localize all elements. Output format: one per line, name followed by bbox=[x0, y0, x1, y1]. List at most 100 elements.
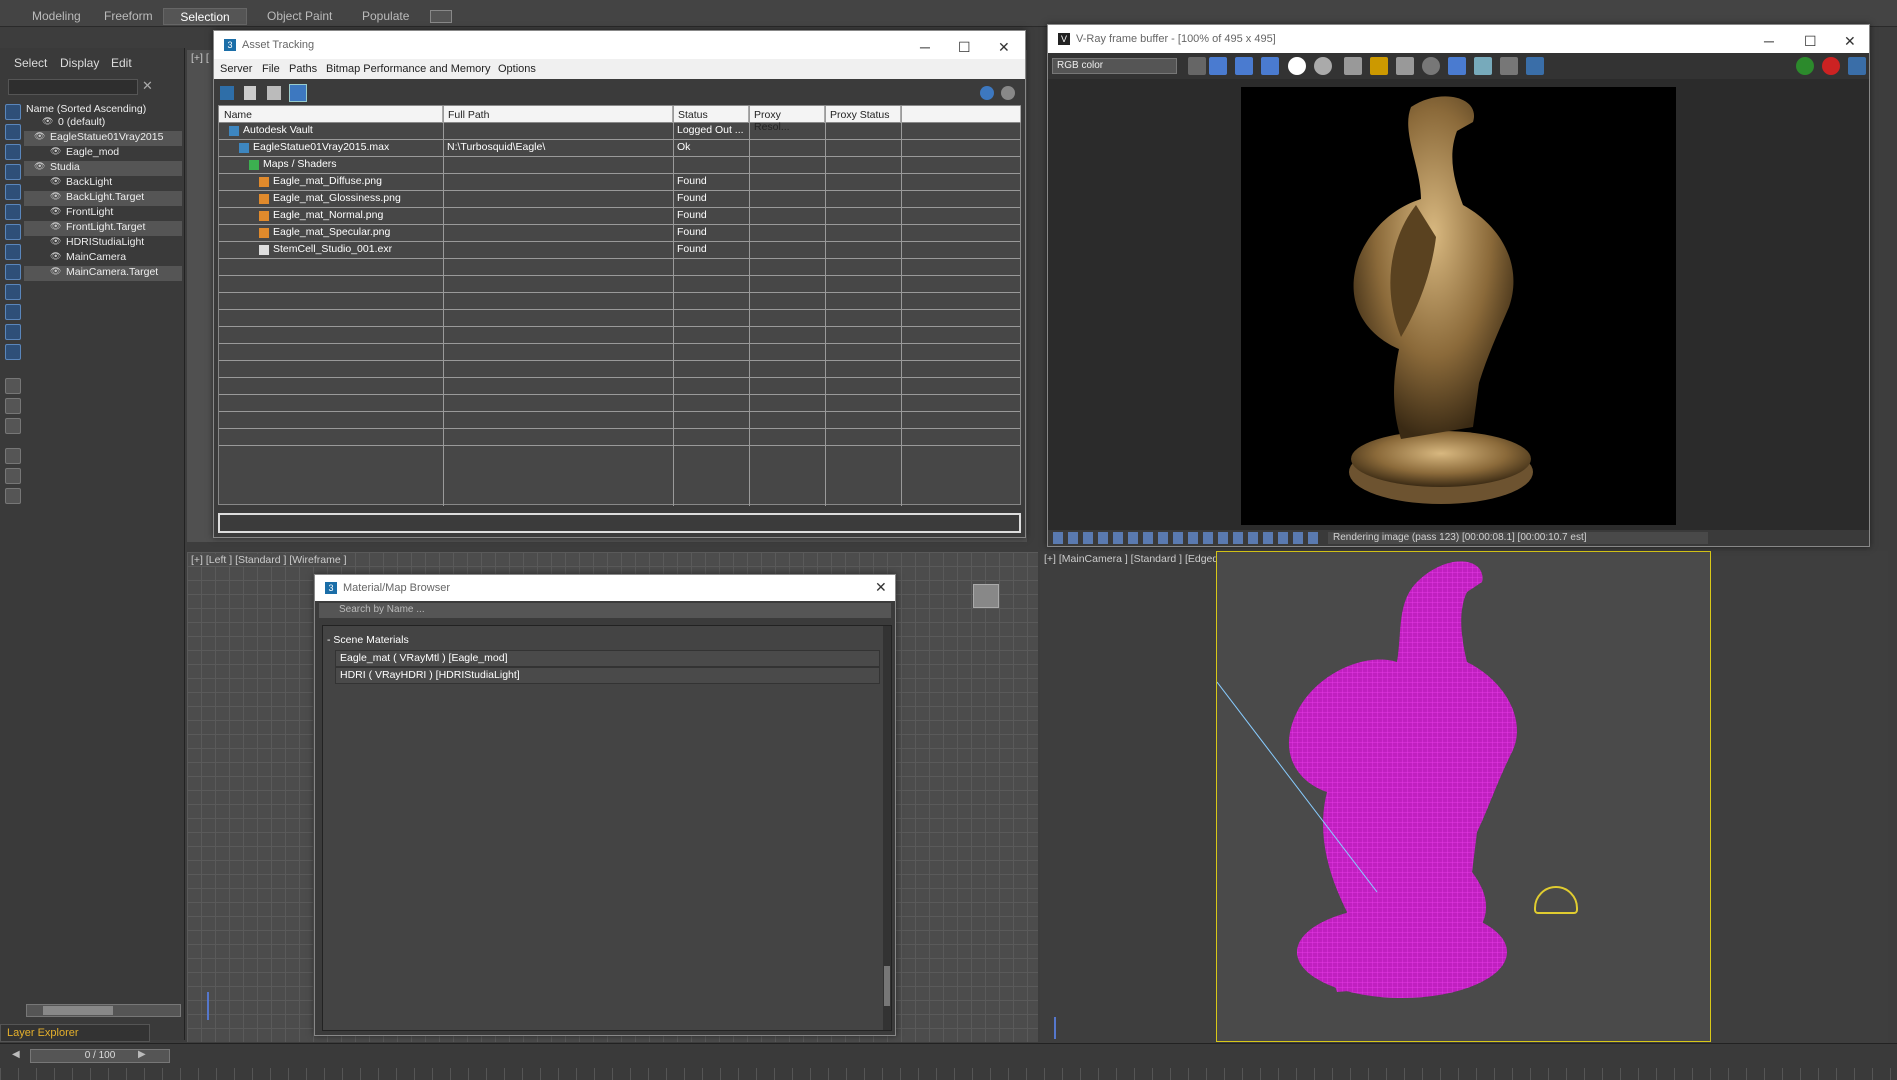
table-row[interactable]: Eagle_mat_Glossiness.png Found bbox=[219, 191, 1020, 208]
table-row[interactable] bbox=[219, 276, 1020, 293]
menu-server[interactable]: Server bbox=[220, 63, 252, 75]
scene-item[interactable]: 👁 MainCamera.Target bbox=[24, 266, 182, 281]
table-row[interactable]: Maps / Shaders bbox=[219, 157, 1020, 174]
visibility-icon[interactable]: 👁 bbox=[50, 146, 61, 157]
table-row[interactable] bbox=[219, 395, 1020, 412]
tool-particles-icon[interactable] bbox=[5, 304, 21, 320]
scene-search-input[interactable] bbox=[8, 79, 138, 95]
close-icon[interactable]: ✕ bbox=[1844, 33, 1856, 50]
details-view-icon[interactable] bbox=[267, 86, 281, 100]
scene-item[interactable]: 👁 Studia bbox=[24, 161, 182, 176]
visibility-icon[interactable]: 👁 bbox=[50, 206, 61, 217]
menu-bitmap-performance[interactable]: Bitmap Performance and Memory bbox=[326, 63, 490, 75]
table-row[interactable] bbox=[219, 429, 1020, 446]
table-row[interactable]: Eagle_mat_Normal.png Found bbox=[219, 208, 1020, 225]
red-channel-icon[interactable] bbox=[1209, 57, 1227, 75]
visibility-icon[interactable]: 👁 bbox=[50, 176, 61, 187]
clear-icon[interactable] bbox=[1396, 57, 1414, 75]
tool-helpers-icon[interactable] bbox=[5, 204, 21, 220]
table-row[interactable] bbox=[219, 412, 1020, 429]
layer-explorer-dropdown[interactable]: Layer Explorer bbox=[0, 1024, 150, 1042]
minimize-icon[interactable]: ─ bbox=[1764, 33, 1774, 49]
region-render-icon[interactable] bbox=[1448, 57, 1466, 75]
ribbon-options-icon[interactable] bbox=[430, 10, 452, 23]
scene-materials-section[interactable]: - Scene Materials bbox=[327, 634, 409, 646]
tab-selection[interactable]: Selection bbox=[163, 8, 247, 25]
refresh-icon[interactable] bbox=[220, 86, 234, 100]
tool-display-icon[interactable] bbox=[5, 104, 21, 120]
tool-spacewarps-icon[interactable] bbox=[5, 224, 21, 240]
stop-render-icon[interactable] bbox=[1822, 57, 1840, 75]
viewport-label[interactable]: [+] [Left ] [Standard ] [Wireframe ] bbox=[191, 554, 347, 566]
history-icon[interactable] bbox=[1526, 57, 1544, 75]
tool-bones-icon[interactable] bbox=[5, 264, 21, 280]
viewcube-icon[interactable] bbox=[973, 584, 999, 608]
tab-populate[interactable]: Populate bbox=[354, 8, 417, 25]
tool-hidden-icon[interactable] bbox=[5, 344, 21, 360]
next-frame-icon[interactable]: ▶ bbox=[138, 1049, 146, 1060]
table-row[interactable]: Eagle_mat_Specular.png Found bbox=[219, 225, 1020, 242]
col-proxy-status[interactable]: Proxy Status bbox=[825, 106, 901, 123]
visibility-icon[interactable]: 👁 bbox=[50, 236, 61, 247]
close-icon[interactable]: ✕ bbox=[998, 39, 1010, 56]
material-browser-titlebar[interactable]: 3 Material/Map Browser bbox=[315, 575, 895, 601]
tab-object-paint[interactable]: Object Paint bbox=[259, 8, 340, 25]
menu-select[interactable]: Select bbox=[14, 56, 47, 70]
visibility-icon[interactable]: 👁 bbox=[34, 131, 45, 142]
visibility-icon[interactable]: 👁 bbox=[50, 251, 61, 262]
scene-item[interactable]: 👁 BackLight.Target bbox=[24, 191, 182, 206]
tab-freeform[interactable]: Freeform bbox=[96, 8, 161, 25]
table-row[interactable] bbox=[219, 259, 1020, 276]
color-picker-icon[interactable] bbox=[1188, 57, 1206, 75]
tool-page-icon[interactable] bbox=[5, 398, 21, 414]
maximize-icon[interactable]: ☐ bbox=[958, 39, 971, 56]
tool-geometry-icon[interactable] bbox=[5, 124, 21, 140]
render-image[interactable] bbox=[1241, 87, 1676, 525]
table-row[interactable]: Eagle_mat_Diffuse.png Found bbox=[219, 174, 1020, 191]
viewport-label[interactable]: [+] [ bbox=[191, 52, 209, 64]
table-row[interactable] bbox=[219, 344, 1020, 361]
table-row[interactable] bbox=[219, 293, 1020, 310]
table-row[interactable]: StemCell_Studio_001.exr Found bbox=[219, 242, 1020, 259]
maximize-icon[interactable]: ☐ bbox=[1804, 33, 1817, 50]
menu-edit[interactable]: Edit bbox=[111, 56, 132, 70]
track-bar[interactable] bbox=[0, 1068, 1897, 1080]
scene-item[interactable]: 👁 EagleStatue01Vray2015 bbox=[24, 131, 182, 146]
menu-display[interactable]: Display bbox=[60, 56, 99, 70]
table-row[interactable]: EagleStatue01Vray2015.max N:\Turbosquid\E… bbox=[219, 140, 1020, 157]
visibility-icon[interactable]: 👁 bbox=[50, 221, 61, 232]
load-icon[interactable] bbox=[1370, 57, 1388, 75]
col-name[interactable]: Name bbox=[219, 106, 443, 123]
green-channel-icon[interactable] bbox=[1235, 57, 1253, 75]
list-view-icon[interactable] bbox=[244, 86, 256, 100]
filter-2-icon[interactable] bbox=[5, 468, 21, 484]
visibility-icon[interactable]: 👁 bbox=[50, 191, 61, 202]
tool-containers-icon[interactable] bbox=[5, 284, 21, 300]
table-row[interactable] bbox=[219, 361, 1020, 378]
scene-list-header[interactable]: Name (Sorted Ascending) bbox=[26, 103, 146, 115]
minimize-icon[interactable]: ─ bbox=[920, 39, 930, 55]
time-slider[interactable]: 0 / 100 bbox=[30, 1049, 170, 1063]
tool-list-icon[interactable] bbox=[5, 418, 21, 434]
teapot-icon[interactable] bbox=[1848, 57, 1866, 75]
table-row[interactable] bbox=[219, 327, 1020, 344]
prev-frame-icon[interactable]: ◀ bbox=[12, 1049, 20, 1060]
tool-layer-icon[interactable] bbox=[5, 378, 21, 394]
material-item[interactable]: HDRI ( VRayHDRI ) [HDRIStudiaLight] bbox=[335, 667, 880, 684]
link-icon[interactable] bbox=[1474, 57, 1492, 75]
channel-select[interactable]: RGB color bbox=[1052, 58, 1177, 74]
menu-paths[interactable]: Paths bbox=[289, 63, 317, 75]
grid-view-icon[interactable] bbox=[289, 84, 307, 102]
scene-hscrollbar[interactable] bbox=[26, 1004, 181, 1017]
clear-search-icon[interactable]: ✕ bbox=[142, 78, 153, 94]
blue-channel-icon[interactable] bbox=[1261, 57, 1279, 75]
tab-modeling[interactable]: Modeling bbox=[24, 8, 89, 25]
table-row[interactable] bbox=[219, 378, 1020, 395]
col-full-path[interactable]: Full Path bbox=[443, 106, 673, 123]
mono-icon[interactable] bbox=[1314, 57, 1332, 75]
material-search-input[interactable]: Search by Name ... bbox=[319, 603, 891, 618]
filter-icon[interactable] bbox=[5, 448, 21, 464]
camera-view-icon[interactable] bbox=[1500, 57, 1518, 75]
settings-icon[interactable] bbox=[1001, 86, 1015, 100]
menu-options[interactable]: Options bbox=[498, 63, 536, 75]
